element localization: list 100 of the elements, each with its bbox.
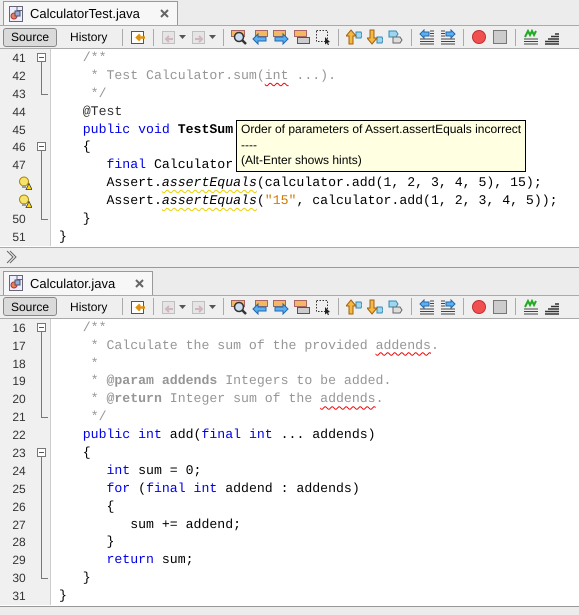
line-number: 51 [11, 230, 26, 244]
code-line: */ [90, 408, 106, 426]
line-number: 17 [11, 338, 26, 353]
tags-icon[interactable] [388, 29, 404, 45]
dotted-selection-icon[interactable] [315, 298, 332, 315]
arrow-into-page-icon[interactable] [130, 298, 146, 315]
line-number: 20 [11, 392, 26, 406]
close-icon[interactable] [135, 278, 144, 288]
line-number: 46 [11, 140, 26, 154]
view-button[interactable]: History [62, 297, 116, 316]
file-tab[interactable]: Calculator.java [3, 270, 154, 295]
letter-n-lines-icon[interactable] [523, 29, 540, 45]
warning-bulb-icon[interactable] [18, 176, 32, 190]
dotted-selection-icon[interactable] [315, 29, 332, 45]
line-number: 22 [11, 428, 26, 442]
line-number: 27 [11, 518, 26, 532]
java-file-icon [8, 6, 24, 22]
line-number: 45 [11, 122, 26, 136]
tooltip-text: ---- [241, 138, 258, 153]
warning-bulb-icon[interactable] [18, 194, 32, 208]
code-line: public int add(final int ... addends) [82, 426, 376, 444]
line-number: 28 [11, 535, 26, 550]
line-number: 50 [11, 212, 26, 226]
left-arrow-icon[interactable] [252, 298, 268, 315]
chevron-icon[interactable] [6, 250, 18, 264]
left-arrow-icon[interactable] [252, 29, 268, 45]
code-line: } [58, 587, 67, 606]
line-number: 16 [11, 320, 26, 335]
record-icon[interactable] [471, 298, 488, 315]
collapse-icon[interactable] [36, 52, 46, 62]
code-line: return sum; [105, 551, 194, 570]
search-icon[interactable] [231, 298, 248, 315]
code-line: final Calculator [105, 156, 234, 174]
code-line: sum += addend; [129, 516, 242, 534]
right-arrow-lines-icon[interactable] [440, 298, 456, 315]
tooltip-text: (Alt-Enter shows hints) [241, 153, 363, 168]
stacked-pages-icon[interactable] [294, 298, 310, 315]
arrow-into-page-icon[interactable] [130, 29, 146, 45]
code-line: } [82, 569, 91, 588]
collapse-icon[interactable] [36, 448, 46, 457]
line-number: 21 [11, 410, 26, 424]
code-line: * Test Calculator.sum(int ...). [90, 66, 336, 85]
code-line: int sum = 0; [105, 462, 202, 480]
line-number: 24 [11, 464, 26, 478]
letter-n-lines-icon[interactable] [523, 298, 540, 315]
line-number: 18 [11, 356, 26, 371]
down-arrow-icon[interactable] [367, 298, 384, 315]
line-number: 42 [11, 68, 26, 83]
record-icon[interactable] [471, 29, 488, 45]
line-number: 47 [11, 158, 26, 172]
line-number: 43 [11, 86, 26, 101]
code-line: /** [82, 49, 106, 67]
right-arrow-lines-icon[interactable] [440, 29, 456, 45]
view-button[interactable]: History [62, 28, 116, 46]
code-line: * @return Integer sum of the addends. [90, 390, 384, 408]
line-number: 19 [11, 374, 26, 388]
stacked-pages-icon[interactable] [294, 29, 310, 45]
view-button[interactable]: Source [3, 297, 58, 316]
code-line: } [58, 228, 67, 246]
search-icon[interactable] [231, 29, 248, 45]
line-number: 31 [11, 589, 26, 604]
code-line: * @param addends Integers to be added. [90, 372, 392, 390]
close-icon[interactable] [160, 9, 169, 18]
code-line: /** [82, 318, 106, 337]
left-arrow-lines-icon[interactable] [419, 29, 436, 45]
code-line: { [105, 498, 114, 516]
code-line: for (final int addend : addends) [105, 480, 360, 498]
line-number: 26 [11, 500, 26, 514]
down-arrow-icon[interactable] [367, 29, 384, 45]
stop-icon[interactable] [492, 298, 508, 315]
tags-icon[interactable] [388, 298, 404, 315]
line-number: 25 [11, 482, 26, 496]
code-line: * [90, 354, 99, 372]
code-line: * Calculate the sum of the provided addends. [90, 336, 439, 355]
line-number: 41 [11, 50, 26, 65]
collapse-icon[interactable] [36, 142, 46, 152]
collapse-icon[interactable] [36, 322, 46, 332]
code-line: } [105, 533, 114, 552]
line-number: 23 [11, 446, 26, 460]
right-arrow-icon[interactable] [273, 298, 290, 315]
file-tab[interactable]: CalculatorTest.java [3, 1, 178, 25]
code-line: } [82, 210, 91, 228]
line-number: 44 [11, 104, 26, 119]
code-line: { [82, 444, 91, 462]
up-arrow-icon[interactable] [346, 29, 362, 45]
code-line: Assert.assertEquals(calculator.add(1, 2, 3, 4, 5), 15); [105, 174, 542, 192]
code-line: { [82, 138, 91, 156]
java-file-icon [8, 275, 24, 292]
code-line: public void TestSum [82, 120, 234, 138]
code-line: Assert.assertEquals("15", calculator.add(1, 2, 3, 4, 5)); [105, 192, 558, 210]
up-arrow-icon[interactable] [346, 298, 362, 315]
line-number: 30 [11, 571, 26, 586]
line-number: 29 [11, 553, 26, 568]
tooltip-text: Order of parameters of Assert.assertEquals incorrect [241, 122, 522, 138]
view-button[interactable]: Source [3, 28, 58, 46]
right-arrow-icon[interactable] [273, 29, 290, 45]
code-line: */ [90, 84, 106, 103]
code-line: @Test [82, 102, 122, 121]
stop-icon[interactable] [492, 29, 508, 45]
left-arrow-lines-icon[interactable] [419, 298, 436, 315]
